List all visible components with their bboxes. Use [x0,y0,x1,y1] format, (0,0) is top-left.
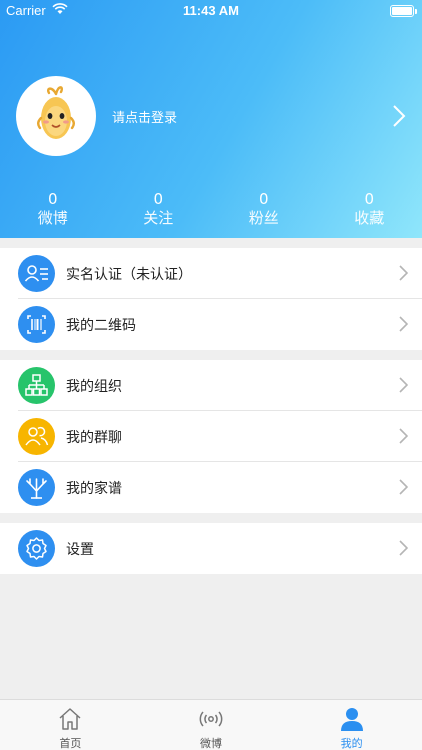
family-tree-icon [18,469,55,506]
tab-label: 首页 [59,737,82,750]
stat-favorites[interactable]: 0 收藏 [317,190,422,232]
tab-home[interactable]: 首页 [0,700,141,750]
stat-followers[interactable]: 0 粉丝 [211,190,317,232]
menu-item-verification[interactable]: 实名认证（未认证） [0,248,422,299]
profile-header: Carrier 11:43 AM 请点击登录 0 微博 0 关注 0 粉丝 0 … [0,0,422,238]
home-icon [57,706,83,736]
qrcode-icon [18,306,55,343]
stat-value: 0 [364,190,375,208]
menu-item-label: 我的二维码 [66,318,136,334]
menu-item-settings[interactable]: 设置 [0,523,422,574]
stat-value: 0 [153,190,164,208]
id-card-icon [18,255,55,292]
chevron-right-icon [399,316,409,336]
chevron-right-icon [399,540,409,560]
login-row[interactable]: 请点击登录 [0,72,422,160]
stats-bar: 0 微博 0 关注 0 粉丝 0 收藏 [0,190,422,232]
menu-item-label: 我的家谱 [66,481,122,497]
menu-item-qrcode[interactable]: 我的二维码 [0,299,422,350]
chevron-right-icon [399,428,409,448]
clock: 11:43 AM [183,3,239,18]
chevron-right-icon[interactable] [392,104,406,132]
menu-item-group-chat[interactable]: 我的群聊 [0,411,422,462]
chevron-right-icon [399,479,409,499]
battery-icon [390,5,417,17]
mascot-avatar-icon [37,86,75,139]
menu-item-label: 实名认证（未认证） [66,267,192,283]
menu-item-label: 我的群聊 [66,430,122,446]
menu-item-label: 设置 [66,542,94,558]
person-icon [339,706,365,736]
tab-label: 我的 [340,737,363,750]
status-bar: Carrier 11:43 AM [0,0,422,22]
stat-weibo[interactable]: 0 微博 [0,190,106,232]
menu-section-social: 我的组织 我的群聊 我的家谱 [0,360,422,513]
menu-section-account: 实名认证（未认证） 我的二维码 [0,248,422,350]
stat-following[interactable]: 0 关注 [106,190,212,232]
stat-label: 收藏 [354,209,385,227]
stat-label: 微博 [37,209,68,227]
menu-item-label: 我的组织 [66,379,122,395]
org-chart-icon [18,367,55,404]
stat-label: 粉丝 [248,209,279,227]
stat-label: 关注 [143,209,174,227]
gear-icon [18,530,55,567]
tab-weibo[interactable]: 微博 [141,700,282,750]
stat-value: 0 [47,190,58,208]
stat-value: 0 [258,190,269,208]
chevron-right-icon [399,377,409,397]
menu-item-family-tree[interactable]: 我的家谱 [0,462,422,513]
login-prompt[interactable]: 请点击登录 [112,107,177,126]
menu-item-organization[interactable]: 我的组织 [0,360,422,411]
tab-label: 微博 [200,737,222,750]
menu-section-settings: 设置 [0,523,422,574]
tab-bar: 首页 微博 我的 [0,699,422,750]
broadcast-icon [197,706,225,736]
chevron-right-icon [399,265,409,285]
tab-mine[interactable]: 我的 [281,700,422,750]
avatar[interactable] [16,76,96,156]
group-icon [18,418,55,455]
